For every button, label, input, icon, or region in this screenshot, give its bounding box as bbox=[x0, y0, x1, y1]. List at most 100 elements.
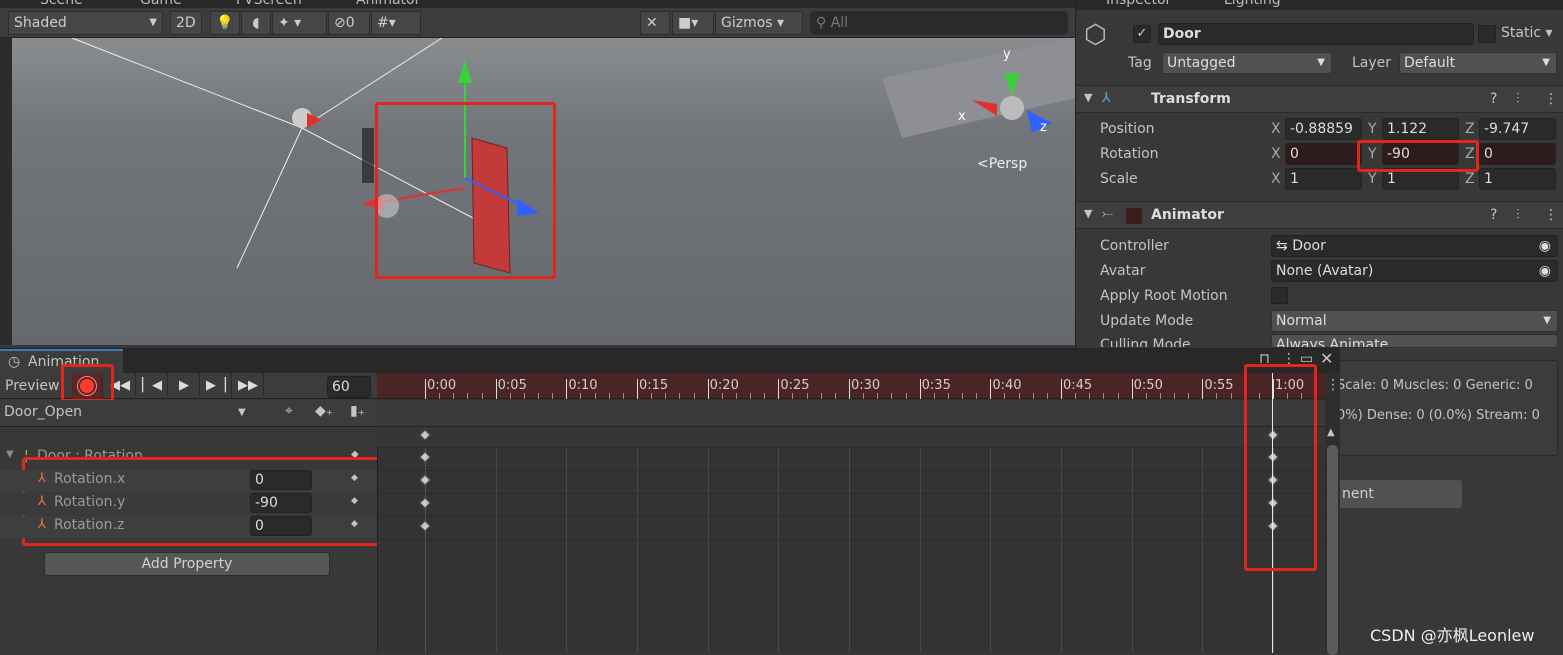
scroll-up-icon[interactable]: ▲ bbox=[1327, 427, 1335, 438]
minor-tick bbox=[1004, 393, 1006, 399]
tick-label: 0:30 bbox=[851, 378, 881, 393]
scale-x-field[interactable]: 1 bbox=[1285, 168, 1362, 190]
help-icon[interactable]: ? bbox=[1490, 91, 1497, 107]
tab-fvscreen[interactable]: FVScreen bbox=[236, 0, 302, 8]
foldout-arrow-icon[interactable]: ▼ bbox=[1084, 91, 1092, 104]
next-keyframe-button[interactable]: ▶▕ bbox=[201, 373, 232, 399]
search-placeholder: All bbox=[830, 15, 849, 31]
property-value-field[interactable]: -90 bbox=[250, 493, 312, 513]
filter-selection-icon[interactable]: ⌖ bbox=[285, 403, 293, 419]
minor-tick bbox=[764, 393, 766, 399]
2d-toggle[interactable]: 2D bbox=[170, 11, 202, 35]
scale-z-field[interactable]: 1 bbox=[1479, 168, 1556, 190]
controller-field[interactable]: ⇆ Door ◉ bbox=[1271, 235, 1558, 257]
prev-keyframe-button[interactable]: ▏◀ bbox=[137, 373, 168, 399]
lighting-icon[interactable]: 💡 bbox=[210, 11, 240, 35]
minor-tick bbox=[1216, 393, 1218, 399]
tag-label: Tag bbox=[1128, 55, 1152, 71]
scrollbar-thumb[interactable] bbox=[1327, 445, 1338, 655]
tab-lighting[interactable]: Lighting bbox=[1224, 0, 1281, 8]
preview-toggle[interactable]: Preview bbox=[5, 378, 60, 394]
rotation-z-field[interactable]: 0 bbox=[1479, 143, 1556, 165]
row-divider bbox=[377, 516, 1325, 517]
more-icon[interactable]: ⋮ bbox=[1544, 207, 1558, 223]
tab-inspector[interactable]: Inspector bbox=[1106, 0, 1171, 8]
effects-icon[interactable]: ✦ ▾ bbox=[272, 11, 327, 35]
scene-search-input[interactable]: ⚲ All bbox=[810, 11, 1068, 35]
audio-icon[interactable]: ◖ bbox=[241, 11, 271, 35]
position-y-field[interactable]: 1.122 bbox=[1382, 118, 1459, 140]
tab-scene[interactable]: Scene bbox=[40, 0, 83, 8]
timeline-more-icon[interactable]: ⋮ bbox=[1326, 377, 1340, 393]
add-property-button[interactable]: Add Property bbox=[44, 552, 330, 576]
presets-icon[interactable]: ⫶ bbox=[1516, 91, 1520, 107]
culling-mode-dropdown[interactable]: Always Animate bbox=[1271, 334, 1558, 348]
more-icon[interactable]: ⋮ bbox=[1544, 91, 1558, 107]
tools-icon[interactable]: ✕ bbox=[640, 11, 670, 35]
animator-header[interactable]: ▼ ⤚ Animator ? ⫶ ⋮ bbox=[1076, 201, 1563, 229]
property-row[interactable]: ⅄ Rotation.x 0 ◆ bbox=[0, 470, 376, 492]
tick-mark bbox=[1202, 379, 1204, 399]
transform-header[interactable]: ▼ ⅄ Transform ? ⫶ ⋮ bbox=[1076, 85, 1563, 113]
axis-y-label: y bbox=[1003, 47, 1011, 62]
scene-viewport[interactable]: y x z <Persp bbox=[12, 38, 1075, 345]
static-dropdown[interactable]: Static ▾ bbox=[1501, 25, 1553, 41]
minor-tick bbox=[905, 393, 907, 399]
tab-game[interactable]: Game bbox=[140, 0, 182, 8]
play-button[interactable]: ▶ bbox=[169, 373, 200, 399]
static-checkbox[interactable] bbox=[1478, 25, 1496, 43]
event-track[interactable] bbox=[377, 400, 1325, 427]
minor-tick bbox=[1103, 393, 1105, 399]
tick-mark bbox=[919, 379, 921, 399]
tag-dropdown[interactable]: Untagged ▼ bbox=[1162, 52, 1332, 74]
hidden-objects-toggle[interactable]: ⊘0 bbox=[328, 11, 370, 35]
property-row[interactable]: ⅄ Rotation.y -90 ◆ bbox=[0, 493, 376, 515]
vertical-scrollbar[interactable]: ▲ bbox=[1325, 373, 1340, 655]
minor-tick bbox=[1046, 393, 1048, 399]
position-z-field[interactable]: -9.747 bbox=[1479, 118, 1556, 140]
property-name: Rotation.z bbox=[54, 517, 125, 533]
last-keyframe-button[interactable]: ▶▶ bbox=[233, 373, 264, 399]
property-value-field[interactable]: 0 bbox=[250, 470, 312, 490]
camera-icon[interactable]: ■▾ bbox=[672, 11, 714, 35]
keyframe-toggle-icon[interactable]: ◆ bbox=[351, 473, 358, 483]
foldout-arrow-icon[interactable]: ▼ bbox=[1084, 207, 1092, 220]
keyframe-toggle-icon[interactable]: ◆ bbox=[351, 496, 358, 506]
tab-animator[interactable]: Animator bbox=[356, 0, 420, 8]
property-row[interactable]: ⅄ Rotation.z 0 ◆ bbox=[0, 516, 376, 538]
frame-field[interactable]: 60 bbox=[327, 376, 371, 398]
close-icon[interactable]: ✕ bbox=[1320, 349, 1333, 368]
hidden-count: 0 bbox=[345, 15, 355, 31]
clip-dropdown[interactable]: Door_Open ▼ bbox=[4, 404, 246, 420]
property-value-field[interactable]: 0 bbox=[250, 516, 312, 536]
active-checkbox[interactable]: ✓ bbox=[1133, 25, 1151, 43]
keyframe-toggle-icon[interactable]: ◆ bbox=[351, 519, 358, 529]
apply-root-motion-checkbox[interactable] bbox=[1271, 287, 1288, 304]
add-keyframe-icon[interactable]: ◆₊ bbox=[315, 403, 333, 419]
shading-dropdown[interactable]: Shaded ▼ bbox=[8, 11, 163, 35]
minor-tick bbox=[820, 393, 822, 399]
add-event-icon[interactable]: ▮₊ bbox=[350, 403, 365, 419]
scene-left-strip bbox=[0, 38, 12, 345]
grid-icon[interactable]: #▾ bbox=[371, 11, 421, 35]
add-component-button[interactable]: nent bbox=[1326, 480, 1462, 508]
update-mode-dropdown[interactable]: Normal ▼ bbox=[1271, 310, 1558, 332]
timeline-ruler[interactable]: 0:00 0:05 0:10 0:15 0:20 0:25 0:30 0:35 0:40 0:45… bbox=[377, 373, 1331, 399]
help-icon[interactable]: ? bbox=[1490, 207, 1497, 223]
rotation-x-field[interactable]: 0 bbox=[1285, 143, 1362, 165]
presets-icon[interactable]: ⫶ bbox=[1516, 207, 1520, 223]
persp-label[interactable]: <Persp bbox=[977, 156, 1027, 172]
shading-value: Shaded bbox=[14, 15, 67, 31]
layer-dropdown[interactable]: Default ▼ bbox=[1399, 52, 1557, 74]
orientation-gizmo[interactable] bbox=[1000, 96, 1024, 120]
gizmos-dropdown[interactable]: Gizmos ▾ bbox=[715, 11, 803, 35]
animator-enabled-checkbox[interactable] bbox=[1126, 208, 1142, 224]
position-x-field[interactable]: -0.88859 bbox=[1285, 118, 1362, 140]
avatar-field[interactable]: None (Avatar) ◉ bbox=[1271, 260, 1558, 282]
name-field[interactable]: Door bbox=[1158, 23, 1474, 45]
animator-info-box: Scale: 0 Muscles: 0 Generic: 0 0%) Dense… bbox=[1326, 360, 1558, 456]
rotation-icon: ⅄ bbox=[38, 471, 46, 486]
foldout-arrow-icon[interactable]: ▼ bbox=[6, 449, 14, 460]
gameobject-cube-icon[interactable]: ⬡ bbox=[1084, 20, 1107, 50]
tick-mark bbox=[425, 379, 426, 399]
